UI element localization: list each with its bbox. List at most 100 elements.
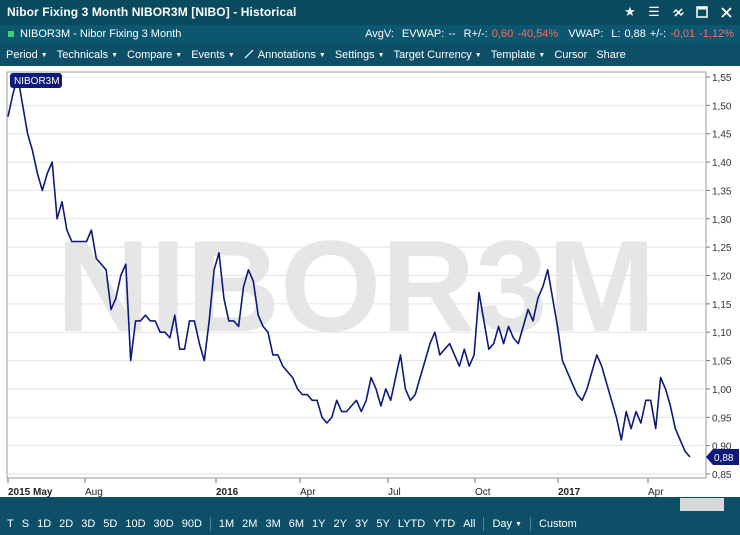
pencil-icon	[244, 49, 258, 61]
y-tick-label: 1,30	[712, 215, 732, 226]
period-5y[interactable]: 5Y	[372, 518, 393, 530]
last-value-label: 0,88	[714, 453, 734, 464]
menu-label: Share	[596, 49, 626, 61]
time-scrollbar[interactable]	[0, 497, 740, 512]
period-2m[interactable]: 2M	[238, 518, 261, 530]
star-icon[interactable]: ★	[622, 3, 638, 21]
minimize-icon[interactable]	[694, 3, 710, 21]
menu-icon[interactable]: ☰	[646, 3, 662, 21]
period-bar: T S 1D 2D 3D 5D 10D 30D 90D 1M 2M 3M 6M 1Y 2Y 3Y 5Y LYTD Y…	[0, 512, 740, 535]
menu-settings[interactable]: Settings ▼	[335, 49, 385, 61]
y-tick-label: 1,50	[712, 101, 732, 112]
window-title: Nibor Fixing 3 Month NIBOR3M [NIBO] - Hi…	[7, 5, 297, 19]
chevron-down-icon: ▼	[515, 520, 522, 528]
y-tick-label: 1,15	[712, 300, 732, 311]
day-change-label: +/-:	[649, 28, 667, 40]
y-tick-label: 0,95	[712, 413, 732, 424]
chevron-down-icon: ▼	[175, 52, 183, 59]
divider	[529, 516, 531, 531]
menu-target-currency[interactable]: Target Currency ▼	[394, 49, 482, 61]
y-tick-label: 1,20	[712, 272, 732, 283]
last-label: L:	[611, 28, 621, 40]
period-1y[interactable]: 1Y	[308, 518, 329, 530]
chart-watermark: NIBOR3M	[56, 213, 655, 359]
avgv-label: AvgV:	[365, 28, 394, 40]
chevron-down-icon: ▼	[377, 52, 385, 59]
y-tick-label: 1,55	[712, 73, 732, 84]
divider	[483, 516, 485, 531]
scrollbar-thumb[interactable]	[680, 498, 724, 511]
day-change-pct: -1,12%	[699, 28, 734, 40]
period-ytd[interactable]: YTD	[429, 518, 459, 530]
menu-label: Target Currency	[393, 49, 472, 61]
evwap-label: EVWAP:	[401, 28, 445, 40]
period-6m[interactable]: 6M	[285, 518, 308, 530]
price-chart[interactable]: 1,55 1,50 1,45 1,40 1,35 1,30 1,25 1,20 1,15 1,10…	[0, 66, 740, 512]
close-icon[interactable]	[718, 3, 734, 21]
menu-template[interactable]: Template ▼	[491, 49, 546, 61]
last-value: 0,88	[624, 28, 646, 40]
y-tick-label: 1,05	[712, 357, 732, 368]
quote-values: AvgV: EVWAP: -- R+/-: 0,60 -40,54% VWAP:…	[361, 28, 734, 40]
period-t[interactable]: T	[3, 518, 18, 530]
menu-annotations[interactable]: Annotations ▼	[244, 49, 326, 61]
chevron-down-icon: ▼	[40, 52, 48, 59]
period-all[interactable]: All	[459, 518, 479, 530]
period-5d[interactable]: 5D	[99, 518, 121, 530]
period-90d[interactable]: 90D	[178, 518, 206, 530]
chevron-down-icon: ▼	[474, 52, 482, 59]
menu-label: Cursor	[554, 49, 588, 61]
interval-select[interactable]: Day ▼	[488, 518, 526, 530]
period-3m[interactable]: 3M	[261, 518, 284, 530]
menu-cursor[interactable]: Cursor	[554, 49, 587, 61]
unlink-icon[interactable]	[670, 3, 686, 21]
y-tick-label: 1,40	[712, 158, 732, 169]
menu-label: Template	[490, 49, 536, 61]
period-s[interactable]: S	[18, 518, 33, 530]
menu-share[interactable]: Share	[596, 49, 625, 61]
custom-period-button[interactable]: Custom	[535, 518, 581, 530]
vwap-label: VWAP:	[568, 28, 604, 40]
menu-label: Period	[6, 49, 38, 61]
interval-label: Day	[492, 517, 512, 530]
title-bar: Nibor Fixing 3 Month NIBOR3M [NIBO] - Hi…	[0, 0, 740, 25]
y-tick-label: 1,45	[712, 130, 732, 141]
y-tick-label: 1,35	[712, 186, 732, 197]
period-2d[interactable]: 2D	[55, 518, 77, 530]
period-1m[interactable]: 1M	[215, 518, 238, 530]
instrument-name: NIBOR3M - Nibor Fixing 3 Month	[20, 28, 182, 40]
y-tick-label: 1,10	[712, 328, 732, 339]
y-tick-label: 0,85	[712, 470, 732, 481]
menu-label: Technicals	[56, 49, 109, 61]
chart-area[interactable]: 1,55 1,50 1,45 1,40 1,35 1,30 1,25 1,20 1,15 1,10…	[0, 66, 740, 512]
menu-label: Compare	[127, 49, 173, 61]
period-3d[interactable]: 3D	[77, 518, 99, 530]
chevron-down-icon: ▼	[227, 52, 235, 59]
series-label: NIBOR3M	[14, 76, 60, 87]
menu-period[interactable]: Period ▼	[6, 49, 48, 61]
menu-label: Annotations	[257, 49, 316, 61]
period-lytd[interactable]: LYTD	[394, 518, 429, 530]
chart-menu-bar: Period ▼ Technicals ▼ Compare ▼ Events ▼ Annotat…	[0, 44, 740, 66]
change-pct: -40,54%	[517, 28, 559, 40]
quote-info-bar: NIBOR3M - Nibor Fixing 3 Month AvgV: EVW…	[0, 25, 740, 44]
chevron-down-icon: ▼	[318, 52, 326, 59]
status-indicator-icon	[8, 31, 14, 37]
menu-label: Settings	[334, 49, 375, 61]
period-30d[interactable]: 30D	[150, 518, 178, 530]
period-1d[interactable]: 1D	[33, 518, 55, 530]
window-controls: ★ ☰	[622, 3, 734, 21]
change-value: 0,60	[491, 28, 514, 40]
period-10d[interactable]: 10D	[121, 518, 149, 530]
app-window: Nibor Fixing 3 Month NIBOR3M [NIBO] - Hi…	[0, 0, 740, 535]
change-label: R+/-:	[463, 28, 488, 40]
y-tick-label: 1,00	[712, 385, 732, 396]
period-2y[interactable]: 2Y	[329, 518, 350, 530]
menu-technicals[interactable]: Technicals ▼	[57, 49, 118, 61]
divider	[209, 516, 211, 531]
menu-events[interactable]: Events ▼	[191, 49, 235, 61]
day-change-value: -0,01	[670, 28, 696, 40]
menu-label: Events	[191, 49, 225, 61]
menu-compare[interactable]: Compare ▼	[127, 49, 182, 61]
period-3y[interactable]: 3Y	[351, 518, 372, 530]
